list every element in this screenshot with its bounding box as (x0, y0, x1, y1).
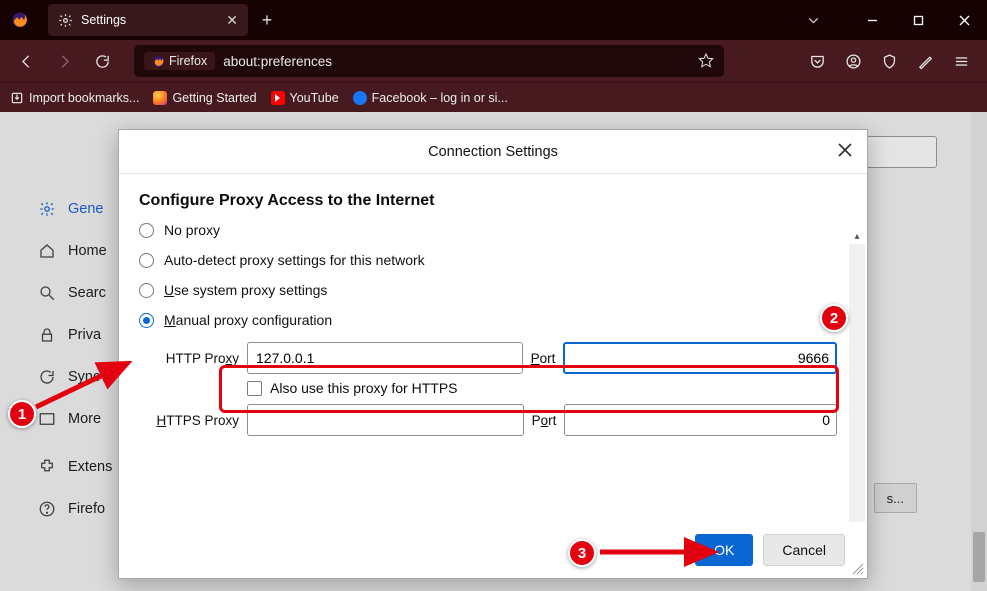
radio-icon (139, 253, 154, 268)
minimize-button[interactable] (849, 0, 895, 40)
bookmark-star-icon[interactable] (698, 52, 714, 71)
dialog-heading: Configure Proxy Access to the Internet (139, 192, 837, 210)
http-proxy-label: HTTP Proxy (139, 351, 239, 366)
resize-grip-icon[interactable] (850, 561, 864, 575)
preferences-page: Gene Home Searc Priva Sync More Extens (0, 112, 987, 591)
dialog-close-button[interactable] (837, 142, 853, 162)
window-buttons (849, 0, 987, 40)
connection-settings-dialog: Connection Settings Configure Proxy Acce… (118, 129, 868, 579)
http-port-label: Port (531, 351, 556, 366)
dialog-body: Configure Proxy Access to the Internet N… (119, 174, 867, 522)
https-proxy-input[interactable] (247, 404, 524, 436)
maximize-button[interactable] (895, 0, 941, 40)
also-https-checkbox-row[interactable]: Also use this proxy for HTTPS (247, 380, 837, 396)
facebook-favicon-icon (353, 91, 367, 105)
back-button[interactable] (10, 45, 42, 77)
account-icon[interactable] (837, 45, 869, 77)
firefox-small-icon (152, 55, 165, 68)
scroll-track[interactable] (849, 244, 865, 522)
extension-icon[interactable] (909, 45, 941, 77)
annotation-badge-3: 3 (568, 539, 596, 567)
http-proxy-row: HTTP Proxy Port (139, 342, 837, 374)
radio-auto-detect[interactable]: Auto-detect proxy settings for this netw… (139, 252, 837, 268)
shield-icon[interactable] (873, 45, 905, 77)
tab-close-icon[interactable]: ✕ (226, 12, 238, 29)
https-proxy-label: HTTPS Proxy (139, 413, 239, 428)
proxy-fields: HTTP Proxy Port Also use this proxy for … (139, 342, 837, 436)
close-window-button[interactable] (941, 0, 987, 40)
firefox-logo-icon (0, 11, 40, 29)
proxy-mode-radio-group: No proxy Auto-detect proxy settings for … (139, 222, 837, 328)
url-bar[interactable]: Firefox about:preferences (134, 45, 724, 77)
reload-button[interactable] (86, 45, 118, 77)
identity-label: Firefox (169, 54, 207, 68)
http-port-input[interactable] (563, 342, 837, 374)
bookmark-getting-started[interactable]: Getting Started (153, 91, 256, 105)
firefox-favicon-icon (153, 91, 167, 105)
tab-title: Settings (81, 13, 218, 27)
annotation-badge-1: 1 (8, 400, 36, 428)
navbar: Firefox about:preferences (0, 40, 987, 82)
youtube-favicon-icon (271, 91, 285, 105)
cancel-button[interactable]: Cancel (763, 534, 845, 566)
scroll-up-arrow-icon[interactable]: ▴ (849, 228, 865, 244)
also-https-label: Also use this proxy for HTTPS (270, 380, 458, 396)
dialog-footer: OK Cancel (119, 522, 867, 578)
identity-badge[interactable]: Firefox (144, 52, 215, 70)
https-port-input[interactable] (564, 404, 837, 436)
hamburger-menu-icon[interactable] (945, 45, 977, 77)
radio-icon (139, 283, 154, 298)
tabs-dropdown-icon[interactable] (797, 4, 829, 36)
annotation-badge-2: 2 (820, 304, 848, 332)
bookmarks-bar: Import bookmarks... Getting Started YouT… (0, 82, 987, 112)
https-port-label: Port (532, 413, 557, 428)
gear-icon (58, 13, 73, 28)
http-proxy-input[interactable] (247, 342, 523, 374)
import-bookmarks-button[interactable]: Import bookmarks... (10, 91, 139, 105)
tab-settings[interactable]: Settings ✕ (48, 4, 248, 36)
radio-system-proxy[interactable]: Use system proxy settings (139, 282, 837, 298)
url-text: about:preferences (223, 54, 332, 69)
dialog-scrollbar[interactable]: ▴ ▾ (849, 228, 865, 522)
new-tab-button[interactable]: + (252, 10, 282, 31)
bookmark-youtube[interactable]: YouTube (271, 91, 339, 105)
forward-button[interactable] (48, 45, 80, 77)
ok-button[interactable]: OK (695, 534, 753, 566)
radio-manual-proxy[interactable]: Manual proxy configuration (139, 312, 837, 328)
dialog-header: Connection Settings (119, 130, 867, 174)
bookmark-facebook[interactable]: Facebook – log in or si... (353, 91, 508, 105)
titlebar: Settings ✕ + (0, 0, 987, 40)
radio-no-proxy[interactable]: No proxy (139, 222, 837, 238)
radio-icon (139, 223, 154, 238)
checkbox-icon (247, 381, 262, 396)
import-bookmarks-label: Import bookmarks... (29, 91, 139, 105)
https-proxy-row: HTTPS Proxy Port (139, 404, 837, 436)
pocket-icon[interactable] (801, 45, 833, 77)
radio-icon-checked (139, 313, 154, 328)
dialog-title: Connection Settings (428, 144, 558, 160)
